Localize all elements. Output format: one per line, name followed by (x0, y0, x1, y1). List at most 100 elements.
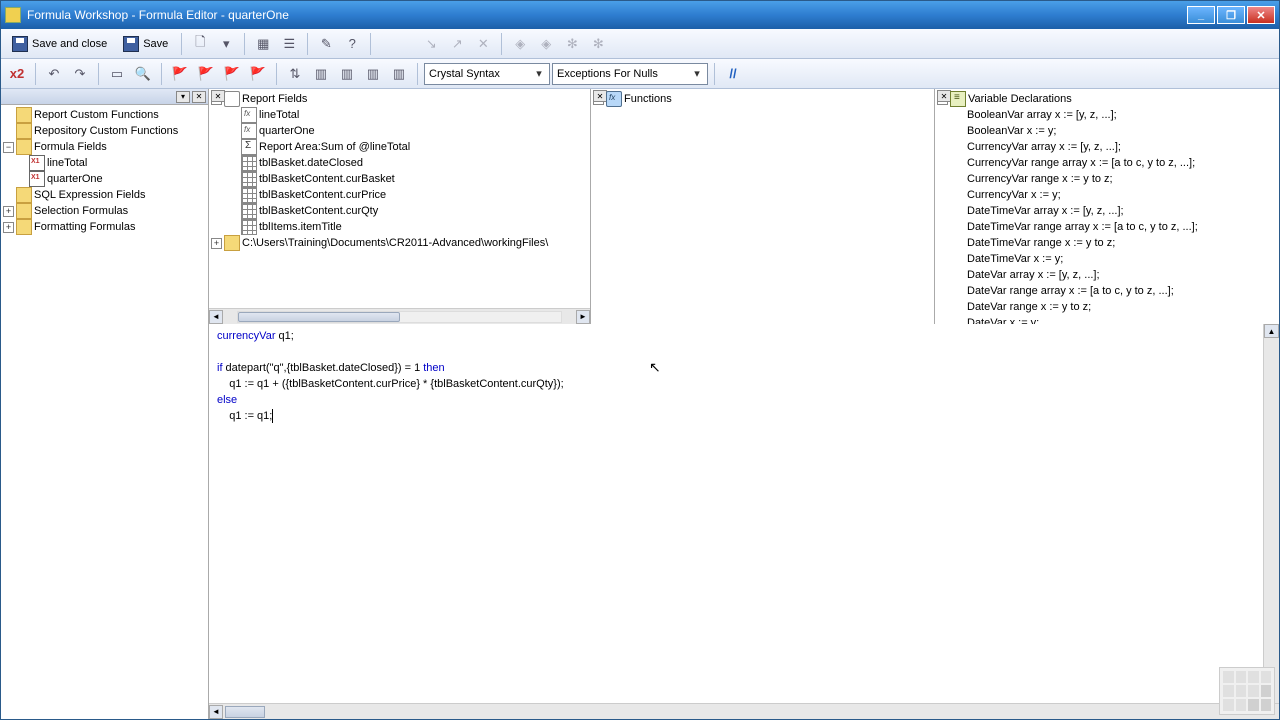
tree-item[interactable]: tblBasketContent.curQty (211, 203, 588, 219)
tree-item[interactable]: BooleanVar x := y; (937, 123, 1277, 139)
tree-item-quarterone[interactable]: quarterOne (3, 171, 206, 187)
bookmark-clear-button[interactable]: 🚩 (246, 62, 270, 86)
settings-button: ✻ (560, 32, 584, 56)
chevron-down-icon: ▾ (691, 67, 703, 80)
undo-button[interactable]: ↶ (42, 62, 66, 86)
tree-item[interactable]: +Functions (593, 91, 932, 107)
tree-item[interactable]: DateVar range x := y to z; (937, 299, 1277, 315)
tree-item[interactable]: DateVar x := y; (937, 315, 1277, 324)
close-button[interactable]: ✕ (1247, 6, 1275, 24)
tree-item[interactable]: tblBasketContent.curPrice (211, 187, 588, 203)
bookmark-toggle-button[interactable]: 🚩 (168, 62, 192, 86)
tree-item[interactable]: DateTimeVar range x := y to z; (937, 235, 1277, 251)
editor-hscrollbar[interactable]: ◄ (209, 703, 1279, 719)
browse-button[interactable]: ▭ (105, 62, 129, 86)
maximize-button[interactable]: ❐ (1217, 6, 1245, 24)
layout-widget[interactable] (1219, 667, 1275, 715)
stop-button: ✕ (471, 32, 495, 56)
floppy-icon (12, 36, 28, 52)
nulls-combo-value: Exceptions For Nulls (557, 68, 691, 80)
panel-close-button[interactable]: ✕ (593, 90, 607, 102)
tree-item[interactable]: DateVar range array x := [a to c, y to z… (937, 283, 1277, 299)
tree-item[interactable]: −Formula Fields (3, 139, 206, 155)
code-area[interactable]: currencyVar q1; if datepart("q",{tblBask… (209, 324, 1279, 703)
tree-item[interactable]: DateVar array x := [y, z, ...]; (937, 267, 1277, 283)
panel-close-button[interactable]: ✕ (192, 91, 206, 103)
tree-item[interactable]: lineTotal (211, 107, 588, 123)
show-ops-button[interactable]: ▥ (361, 62, 385, 86)
tree-item[interactable]: −Variable Declarations (937, 91, 1277, 107)
syntax-combo[interactable]: Crystal Syntax ▾ (424, 63, 550, 85)
redo-button[interactable]: ↷ (68, 62, 92, 86)
bookmark-next-button: ◈ (534, 32, 558, 56)
tree-item[interactable]: tblBasketContent.curBasket (211, 171, 588, 187)
step-in-button: ↘ (419, 32, 443, 56)
new-dropdown[interactable]: ▾ (214, 32, 238, 56)
step-out-button: ↗ (445, 32, 469, 56)
hscrollbar[interactable]: ◄ ► (209, 308, 590, 324)
fields-tree[interactable]: −Report Fields lineTotal quarterOne Repo… (209, 89, 590, 308)
wand-button[interactable]: ✎ (314, 32, 338, 56)
save-and-close-label: Save and close (32, 38, 107, 50)
syntax-combo-value: Crystal Syntax (429, 68, 533, 80)
find-button[interactable]: 🔍 (131, 62, 155, 86)
tree-item[interactable]: CurrencyVar x := y; (937, 187, 1277, 203)
code-editor[interactable]: currencyVar q1; if datepart("q",{tblBask… (209, 324, 1279, 719)
tree-item[interactable]: tblBasket.dateClosed (211, 155, 588, 171)
app-icon (5, 7, 21, 23)
bookmark-button: ◈ (508, 32, 532, 56)
variables-tree[interactable]: −Variable Declarations BooleanVar array … (935, 89, 1279, 324)
floppy-icon (123, 36, 139, 52)
tree-item[interactable]: +Formatting Formulas (3, 219, 206, 235)
workshop-tree[interactable]: Report Custom Functions Repository Custo… (1, 105, 208, 719)
window-title: Formula Workshop - Formula Editor - quar… (27, 8, 1187, 22)
editor-vscrollbar[interactable]: ▲ (1263, 324, 1279, 703)
settings2-button: ✻ (586, 32, 610, 56)
tree-item[interactable]: +Selection Formulas (3, 203, 206, 219)
report-fields-panel: ✕ −Report Fields lineTotal quarterOne Re… (209, 89, 591, 324)
tree-item[interactable]: Repository Custom Functions (3, 123, 206, 139)
chevron-down-icon: ▾ (533, 67, 545, 80)
titlebar: Formula Workshop - Formula Editor - quar… (1, 1, 1279, 29)
tree-item[interactable]: Report Area:Sum of @lineTotal (211, 139, 588, 155)
bookmark-prev-button[interactable]: 🚩 (194, 62, 218, 86)
tree-item[interactable]: BooleanVar array x := [y, z, ...]; (937, 107, 1277, 123)
save-button[interactable]: Save (116, 32, 175, 56)
tree-item[interactable]: CurrencyVar range array x := [a to c, y … (937, 155, 1277, 171)
minimize-button[interactable]: _ (1187, 6, 1215, 24)
new-button[interactable]: 🗋 (188, 32, 212, 56)
check-formula-button[interactable]: x2 (5, 62, 29, 86)
tree-item[interactable]: CurrencyVar array x := [y, z, ...]; (937, 139, 1277, 155)
tree-item[interactable]: DateTimeVar range array x := [a to c, y … (937, 219, 1277, 235)
tree-item[interactable]: quarterOne (211, 123, 588, 139)
save-and-close-button[interactable]: Save and close (5, 32, 114, 56)
functions-tree[interactable]: +Functions (591, 89, 934, 324)
tree-item[interactable]: CurrencyVar range x := y to z; (937, 171, 1277, 187)
workshop-tree-panel: ▾ ✕ Report Custom Functions Repository C… (1, 89, 209, 719)
tree-item[interactable]: tblItems.itemTitle (211, 219, 588, 235)
help-button[interactable]: ? (340, 32, 364, 56)
functions-panel: ✕ +Functions (591, 89, 935, 324)
save-label: Save (143, 38, 168, 50)
show-fields-button[interactable]: ▥ (309, 62, 333, 86)
comment-button[interactable]: // (721, 62, 745, 86)
properties-button[interactable]: ☰ (277, 32, 301, 56)
tree-item-linetotal[interactable]: lineTotal (3, 155, 206, 171)
nulls-combo[interactable]: Exceptions For Nulls ▾ (552, 63, 708, 85)
tree-item[interactable]: SQL Expression Fields (3, 187, 206, 203)
tree-item[interactable]: −Report Fields (211, 91, 588, 107)
panel-dropdown-button[interactable]: ▾ (176, 91, 190, 103)
panel-close-button[interactable]: ✕ (937, 90, 951, 102)
tree-item[interactable]: DateTimeVar x := y; (937, 251, 1277, 267)
formula-toolbar: x2 ↶ ↷ ▭ 🔍 🚩 🚩 🚩 🚩 ⇅ ▥ ▥ ▥ ▥ Crystal Syn… (1, 59, 1279, 89)
variables-panel: ✕ −Variable Declarations BooleanVar arra… (935, 89, 1279, 324)
sort-button[interactable]: ⇅ (283, 62, 307, 86)
tree-item[interactable]: DateTimeVar array x := [y, z, ...]; (937, 203, 1277, 219)
tree-item[interactable]: +C:\Users\Training\Documents\CR2011-Adva… (211, 235, 588, 251)
panel-close-button[interactable]: ✕ (211, 90, 225, 102)
show-all-button[interactable]: ▥ (387, 62, 411, 86)
tree-item[interactable]: Report Custom Functions (3, 107, 206, 123)
bookmark-nxt-button[interactable]: 🚩 (220, 62, 244, 86)
toggle-view-button[interactable]: ▦ (251, 32, 275, 56)
show-funcs-button[interactable]: ▥ (335, 62, 359, 86)
